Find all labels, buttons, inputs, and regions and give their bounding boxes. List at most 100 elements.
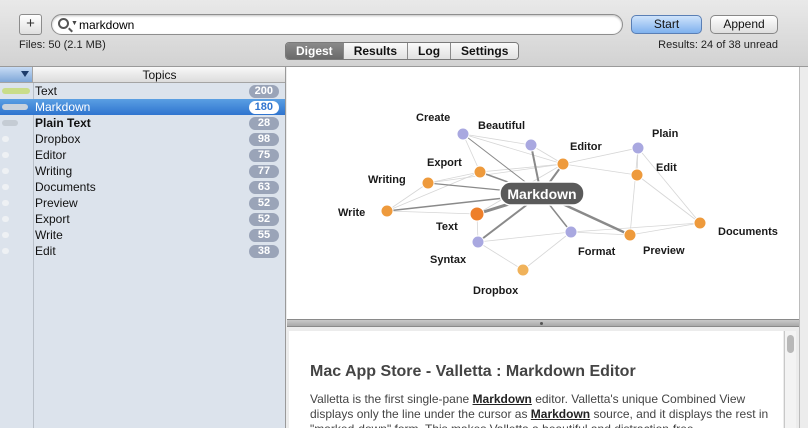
topic-node[interactable] bbox=[631, 141, 645, 155]
results-info: Results: 24 of 38 unread bbox=[658, 39, 778, 51]
topic-strength-bar bbox=[2, 136, 9, 142]
topic-count-badge: 38 bbox=[249, 245, 279, 258]
topics-column-header[interactable]: Topics bbox=[34, 68, 285, 82]
tab-log[interactable]: Log bbox=[407, 43, 451, 59]
topic-label: Documents bbox=[35, 180, 96, 194]
topic-strength-bar bbox=[2, 216, 9, 222]
topic-node-label[interactable]: Editor bbox=[570, 141, 602, 153]
topic-row[interactable]: Edit 38 bbox=[0, 243, 285, 259]
article-scrollbar[interactable] bbox=[784, 331, 796, 428]
topic-count-badge: 200 bbox=[248, 85, 279, 98]
search-input[interactable] bbox=[79, 17, 609, 32]
topic-row[interactable]: Text 200 bbox=[0, 83, 285, 99]
topic-node[interactable] bbox=[380, 204, 394, 218]
topic-strength-bar bbox=[2, 104, 28, 110]
topic-strength-bar bbox=[2, 88, 30, 94]
article-title[interactable]: Mac App Store - Valletta : Markdown Edit… bbox=[310, 363, 636, 381]
tab-settings[interactable]: Settings bbox=[450, 43, 519, 59]
topic-row[interactable]: Export 52 bbox=[0, 211, 285, 227]
topic-node-label[interactable]: Edit bbox=[656, 162, 677, 174]
scrollbar-thumb[interactable] bbox=[787, 335, 794, 353]
center-topic-label[interactable]: Markdown bbox=[507, 186, 576, 202]
splitter-handle-icon[interactable] bbox=[540, 322, 543, 325]
graph-link bbox=[570, 231, 631, 236]
search-field[interactable]: ▼ bbox=[51, 14, 623, 35]
tab-results[interactable]: Results bbox=[342, 43, 408, 59]
search-icon[interactable] bbox=[58, 18, 69, 29]
topic-count-badge: 63 bbox=[249, 181, 279, 194]
topic-node[interactable] bbox=[421, 176, 435, 190]
topic-label: Markdown bbox=[35, 100, 91, 114]
pane-splitter[interactable] bbox=[287, 319, 799, 327]
topic-node[interactable] bbox=[623, 228, 637, 242]
topic-row[interactable]: Plain Text 28 bbox=[0, 115, 285, 131]
append-button[interactable]: Append bbox=[710, 15, 778, 34]
topic-label: Plain Text bbox=[35, 116, 91, 130]
topic-strength-bar bbox=[2, 232, 9, 238]
topic-node[interactable] bbox=[516, 263, 530, 277]
topic-strength-bar bbox=[2, 152, 9, 158]
topics-list: Text 200 Markdown 180 Plain Text 28 Dropbox 98 E… bbox=[0, 83, 285, 259]
topic-node-label[interactable]: Syntax bbox=[430, 254, 467, 266]
topic-row[interactable]: Write 55 bbox=[0, 227, 285, 243]
topic-node-label[interactable]: Dropbox bbox=[473, 285, 519, 297]
topic-node[interactable] bbox=[469, 206, 485, 222]
topics-header: Topics bbox=[0, 67, 285, 83]
topic-row[interactable]: Markdown 180 bbox=[0, 99, 285, 115]
graph-link bbox=[562, 163, 638, 176]
graph-link bbox=[629, 222, 701, 236]
topic-node-label[interactable]: Create bbox=[416, 112, 450, 124]
graph-link bbox=[637, 147, 701, 224]
topic-node[interactable] bbox=[564, 225, 578, 239]
topic-label: Write bbox=[35, 228, 63, 242]
topic-strength-bar bbox=[2, 168, 9, 174]
graph-link bbox=[386, 210, 478, 215]
sort-arrow-icon bbox=[21, 71, 29, 77]
topic-node[interactable] bbox=[473, 165, 487, 179]
tab-digest[interactable]: Digest bbox=[286, 43, 343, 59]
topic-node[interactable] bbox=[693, 216, 707, 230]
topic-node-label[interactable]: Write bbox=[338, 207, 365, 219]
topics-sidebar: Topics Text 200 Markdown 180 Plain Text 28 Dro… bbox=[0, 67, 286, 428]
graph-link bbox=[477, 231, 572, 243]
files-info: Files: 50 (2.1 MB) bbox=[19, 39, 106, 51]
topic-strength-bar bbox=[2, 120, 18, 126]
topic-graph: Create Beautiful Editor Plain Export Edit Writ… bbox=[287, 67, 799, 319]
topic-graph-canvas[interactable]: Create Beautiful Editor Plain Export Edit Writ… bbox=[287, 67, 799, 319]
topic-node-label[interactable]: Plain bbox=[652, 128, 679, 140]
topic-node-label[interactable]: Format bbox=[578, 246, 616, 258]
sort-column-header[interactable] bbox=[0, 67, 33, 82]
topic-row[interactable]: Writing 77 bbox=[0, 163, 285, 179]
topic-node[interactable] bbox=[630, 168, 644, 182]
topic-row[interactable]: Editor 75 bbox=[0, 147, 285, 163]
start-button[interactable]: Start bbox=[631, 15, 702, 34]
toolbar: + ▼ Start Append Files: 50 (2.1 MB) Resu… bbox=[0, 0, 808, 67]
topic-node-label[interactable]: Beautiful bbox=[478, 120, 525, 132]
topic-node-label[interactable]: Writing bbox=[368, 174, 406, 186]
topic-row[interactable]: Documents 63 bbox=[0, 179, 285, 195]
topic-strength-bar bbox=[2, 248, 9, 254]
article-card: Mac App Store - Valletta : Markdown Edit… bbox=[289, 331, 783, 428]
add-button[interactable]: + bbox=[19, 14, 42, 35]
topic-node-label[interactable]: Preview bbox=[643, 245, 685, 257]
topic-node-label[interactable]: Export bbox=[427, 157, 462, 169]
topic-label: Editor bbox=[35, 148, 67, 162]
topic-node[interactable] bbox=[524, 138, 538, 152]
graph-link bbox=[462, 133, 532, 146]
topic-count-badge: 77 bbox=[249, 165, 279, 178]
highlight-term: Markdown bbox=[530, 407, 591, 421]
topic-strength-bar bbox=[2, 200, 9, 206]
topic-label: Dropbox bbox=[35, 132, 81, 146]
topic-node[interactable] bbox=[556, 157, 570, 171]
topic-label: Text bbox=[35, 84, 58, 98]
topic-row[interactable]: Dropbox 98 bbox=[0, 131, 285, 147]
topic-node[interactable] bbox=[456, 127, 470, 141]
topic-node[interactable] bbox=[471, 235, 485, 249]
topic-node-label[interactable]: Documents bbox=[718, 226, 778, 238]
topic-row[interactable]: Preview 52 bbox=[0, 195, 285, 211]
article-body: Valletta is the first single-pane Markdo… bbox=[310, 392, 780, 428]
graph-link bbox=[629, 147, 639, 236]
chevron-down-icon[interactable]: ▼ bbox=[71, 20, 78, 27]
window-edge bbox=[799, 67, 808, 428]
topic-node-label[interactable]: Text bbox=[436, 221, 458, 233]
